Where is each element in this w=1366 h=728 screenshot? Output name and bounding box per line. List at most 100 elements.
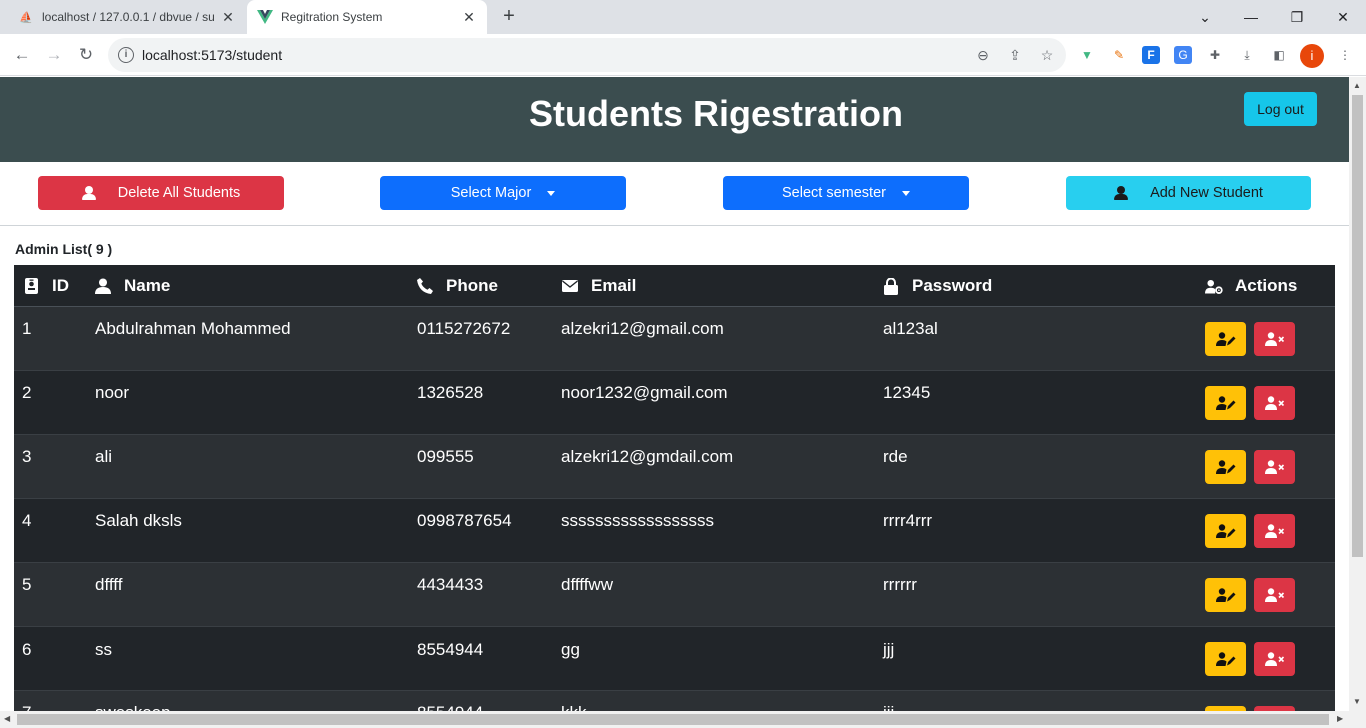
vue-icon <box>257 9 273 25</box>
user-pen-icon <box>1215 524 1235 538</box>
scroll-left-icon[interactable]: ◀ <box>4 714 10 723</box>
vertical-scroll-thumb[interactable] <box>1352 95 1363 557</box>
cell-phone: 8554944 <box>417 640 484 659</box>
cell-phone: 0998787654 <box>417 511 512 530</box>
page-content: Students Rigestration Log out Delete All… <box>0 77 1349 711</box>
tab-registration[interactable]: Regitration System ✕ <box>247 0 487 34</box>
vertical-scrollbar[interactable]: ▲ ▼ <box>1349 77 1366 711</box>
user-xmark-icon <box>1264 524 1284 538</box>
table-row: 1 Abdulrahman Mohammed 0115272672 alzekri12… <box>14 307 1335 371</box>
caret-down-icon <box>547 190 556 196</box>
cell-password: 12345 <box>883 383 931 402</box>
select-major-dropdown[interactable]: Select Major <box>380 176 626 210</box>
scroll-down-icon[interactable]: ▼ <box>1353 697 1361 706</box>
profile-avatar[interactable]: i <box>1300 44 1324 68</box>
phpmyadmin-icon: ⛵ <box>19 11 33 24</box>
site-info-icon[interactable]: i <box>118 47 134 63</box>
delete-all-label: Delete All Students <box>117 185 241 201</box>
cell-password: jjj <box>883 640 895 659</box>
menu-kebab-icon[interactable]: ⋮ <box>1336 46 1354 64</box>
cell-email: gg <box>561 640 580 659</box>
user-pen-icon <box>1215 588 1235 602</box>
user-xmark-icon <box>1264 332 1284 346</box>
cell-phone: 099555 <box>417 447 474 466</box>
download-icon[interactable]: ⤓ <box>1238 46 1256 64</box>
col-email: Email <box>561 265 636 307</box>
extensions-puzzle-icon[interactable]: ✚ <box>1206 46 1224 64</box>
edit-student-button[interactable] <box>1205 514 1246 548</box>
vue-devtools-icon[interactable]: ▼ <box>1078 46 1096 64</box>
bookmark-star-icon[interactable]: ☆ <box>1038 46 1056 64</box>
cell-phone: 0115272672 <box>417 319 511 338</box>
cell-id: 4 <box>22 511 32 530</box>
col-phone-label: Phone <box>446 276 498 295</box>
cell-name: dffff <box>95 575 123 594</box>
edit-student-button[interactable] <box>1205 450 1246 484</box>
user-icon <box>1114 186 1129 200</box>
cell-password: jjj <box>883 703 894 711</box>
side-panel-icon[interactable]: ◧ <box>1270 46 1288 64</box>
horizontal-scrollbar[interactable]: ◀ ▶ <box>0 711 1366 728</box>
delete-all-students-button[interactable]: Delete All Students <box>38 176 284 210</box>
close-tab-icon[interactable]: ✕ <box>220 9 236 26</box>
edit-student-button[interactable] <box>1205 322 1246 356</box>
extension-f-icon[interactable]: F <box>1142 46 1160 64</box>
cell-phone: 4434433 <box>417 575 484 594</box>
col-actions: Actions <box>1205 265 1297 307</box>
tab-search-icon[interactable]: ⌄ <box>1182 0 1228 34</box>
logout-button[interactable]: Log out <box>1244 92 1317 126</box>
back-icon[interactable]: ← <box>9 42 35 68</box>
col-name: Name <box>94 265 170 307</box>
user-pen-icon <box>1215 652 1235 666</box>
add-new-label: Add New Student <box>1150 185 1263 201</box>
close-window-button[interactable]: ✕ <box>1320 0 1366 34</box>
horizontal-scroll-thumb[interactable] <box>17 714 1329 725</box>
translate-icon[interactable]: G <box>1174 46 1192 64</box>
tab-phpmyadmin[interactable]: ⛵ localhost / 127.0.0.1 / dbvue / su ✕ <box>8 0 246 34</box>
delete-student-button[interactable] <box>1254 450 1295 484</box>
minimize-button[interactable]: — <box>1228 0 1274 34</box>
cell-email: kkk <box>561 703 587 711</box>
edit-student-button[interactable] <box>1205 578 1246 612</box>
select-semester-dropdown[interactable]: Select semester <box>723 176 969 210</box>
add-new-student-button[interactable]: Add New Student <box>1066 176 1311 210</box>
reload-icon[interactable]: ↻ <box>73 42 99 68</box>
browser-tab-bar: ⛵ localhost / 127.0.0.1 / dbvue / su ✕ R… <box>0 0 1366 34</box>
user-xmark-icon <box>1264 588 1284 602</box>
col-email-label: Email <box>591 276 637 295</box>
zoom-icon[interactable]: ⊖ <box>974 46 992 64</box>
url-text: localhost:5173/student <box>142 47 283 63</box>
delete-student-button[interactable] <box>1254 386 1295 420</box>
cell-password: rde <box>883 447 908 466</box>
user-icon <box>81 186 96 200</box>
edit-student-button[interactable] <box>1205 642 1246 676</box>
scroll-right-icon[interactable]: ▶ <box>1337 714 1343 723</box>
user-xmark-icon <box>1264 652 1284 666</box>
cell-name: ss <box>95 640 112 659</box>
user-icon <box>94 277 112 295</box>
caret-down-icon <box>901 190 910 196</box>
maximize-button[interactable]: ❐ <box>1274 0 1320 34</box>
col-password: Password <box>882 265 992 307</box>
address-bar[interactable]: i localhost:5173/student ⊖ ⇪ ☆ <box>108 38 1066 72</box>
forward-icon[interactable]: → <box>41 42 67 68</box>
delete-student-button[interactable] <box>1254 322 1295 356</box>
new-tab-button[interactable]: + <box>498 6 520 28</box>
user-pen-icon <box>1215 332 1235 346</box>
color-picker-icon[interactable]: ✎ <box>1110 46 1128 64</box>
edit-student-button[interactable] <box>1205 386 1246 420</box>
delete-student-button[interactable] <box>1254 578 1295 612</box>
cell-id: 7 <box>22 703 31 711</box>
browser-toolbar: ← → ↻ i localhost:5173/student ⊖ ⇪ ☆ ▼ ✎… <box>0 34 1366 76</box>
share-icon[interactable]: ⇪ <box>1006 46 1024 64</box>
students-table: ID Name Phone Email Password Actions 1 A… <box>14 265 1335 711</box>
cell-email: dffffww <box>561 575 613 594</box>
close-tab-icon[interactable]: ✕ <box>461 9 477 26</box>
col-id: ID <box>22 265 69 307</box>
tab-title: localhost / 127.0.0.1 / dbvue / su <box>42 10 215 24</box>
id-card-icon <box>22 277 40 295</box>
delete-student-button[interactable] <box>1254 642 1295 676</box>
scroll-up-icon[interactable]: ▲ <box>1353 81 1361 90</box>
page-title: Students Rigestration <box>528 93 904 134</box>
delete-student-button[interactable] <box>1254 514 1295 548</box>
